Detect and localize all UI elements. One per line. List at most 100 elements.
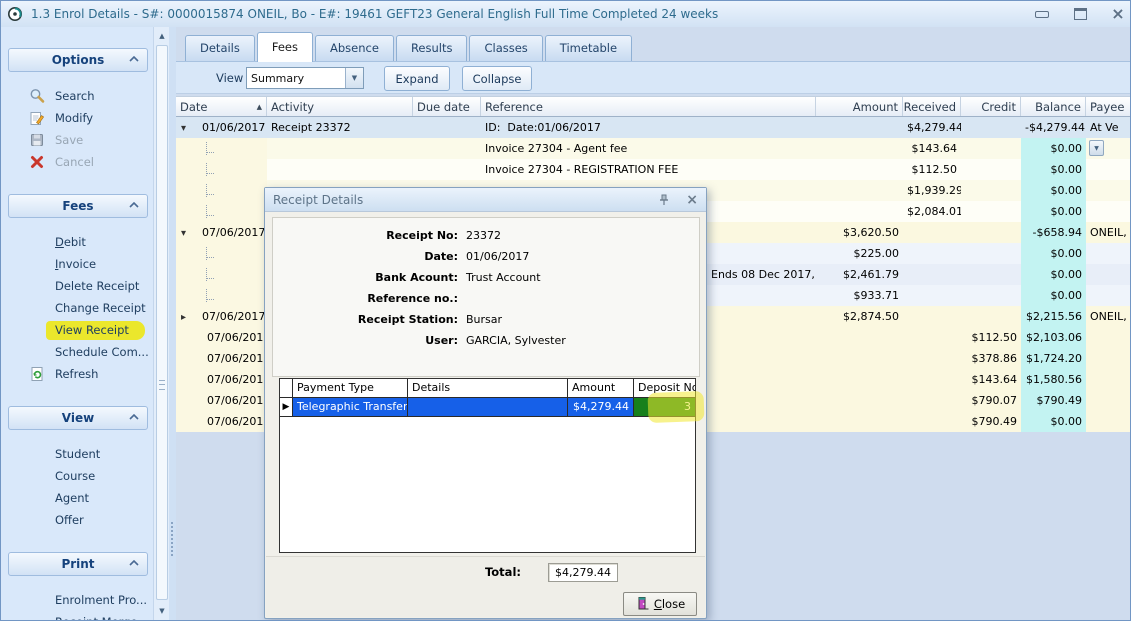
expand-button[interactable]: Expand: [384, 66, 450, 91]
column-header-payee[interactable]: Payee: [1086, 97, 1131, 116]
sidebar-group-header-view[interactable]: View: [8, 406, 148, 430]
cell-date: 07/06/2017: [176, 390, 267, 411]
sidebar-group-header-fees[interactable]: Fees: [8, 194, 148, 218]
sidebar-item-invoice[interactable]: Invoice: [1, 253, 153, 275]
date-value: 07/06/2017: [207, 373, 270, 386]
dialog-footer: Total: $4,279.44 Close: [266, 556, 705, 617]
cell-balance: $0.00: [1021, 201, 1086, 222]
tree-line: [206, 247, 207, 260]
cell-value: $143.64: [972, 373, 1018, 386]
expander-down-icon[interactable]: ▾: [181, 123, 186, 134]
cell-credit: $143.64: [961, 369, 1021, 390]
close-button[interactable]: Close: [623, 592, 697, 616]
cell-balance: $1,724.20: [1021, 348, 1086, 369]
total-label: Total:: [441, 565, 521, 579]
cell-received: $143.64: [903, 138, 961, 159]
column-header-received[interactable]: Received: [903, 97, 961, 116]
sidebar-item-view-receipt[interactable]: View Receipt: [1, 319, 153, 341]
cell-amount: [816, 159, 903, 180]
chevron-up-icon: [129, 202, 139, 208]
cell-payee: [1086, 369, 1131, 390]
column-header-balance[interactable]: Balance: [1021, 97, 1086, 116]
sidebar-item-enrolment-pro[interactable]: Enrolment Pro...: [1, 589, 153, 611]
field-label: Receipt Station:: [273, 313, 458, 326]
minimize-icon[interactable]: [1029, 5, 1055, 23]
cell-received: [903, 222, 961, 243]
cell-details: [408, 398, 568, 417]
cell-balance: $0.00: [1021, 411, 1086, 432]
cell-credit: $112.50: [961, 327, 1021, 348]
sidebar-item-refresh[interactable]: Refresh: [1, 363, 153, 385]
tab-classes[interactable]: Classes: [469, 35, 542, 61]
sidebar-splitter[interactable]: [169, 27, 176, 620]
field-value: Trust Account: [466, 271, 541, 284]
tree-line: [206, 142, 207, 155]
sidebar-item-debit[interactable]: Debit: [1, 231, 153, 253]
column-header-date[interactable]: Date▲: [176, 97, 267, 116]
table-row[interactable]: Invoice 27304 - REGISTRATION FEE$112.50$…: [176, 159, 1130, 180]
sidebar-item-agent[interactable]: Agent: [1, 487, 153, 509]
app-logo-icon: [7, 5, 25, 23]
table-row[interactable]: ▾01/06/2017Receipt 23372ID: Date:01/06/2…: [176, 117, 1130, 138]
sidebar-item-label: Agent: [55, 491, 89, 505]
row-selector-icon: ▶: [280, 398, 293, 417]
dialog-close-icon[interactable]: ×: [686, 194, 698, 206]
column-header-due_date[interactable]: Due date: [413, 97, 481, 116]
refresh-icon: [29, 366, 45, 382]
cell-value: -$4,279.44: [1025, 121, 1085, 134]
cell-credit: $790.07: [961, 390, 1021, 411]
sidebar-item-offer[interactable]: Offer: [1, 509, 153, 531]
pin-icon[interactable]: [658, 194, 670, 206]
restore-icon[interactable]: [1067, 5, 1093, 23]
tab-timetable[interactable]: Timetable: [545, 35, 632, 61]
sidebar-group-options: Options SearchModifySaveCancel: [1, 48, 153, 173]
payee-dropdown-button[interactable]: ▼: [1089, 140, 1104, 156]
column-header-amount[interactable]: Amount: [816, 97, 903, 116]
sidebar-item-modify[interactable]: Modify: [1, 107, 153, 129]
chevron-down-icon[interactable]: ▼: [345, 68, 363, 88]
scroll-up-icon[interactable]: ▲: [154, 29, 170, 43]
scroll-down-icon[interactable]: ▼: [154, 604, 170, 618]
sidebar-group-header-print[interactable]: Print: [8, 552, 148, 576]
sidebar-item-label: Refresh: [55, 367, 98, 381]
column-header-reference[interactable]: Reference: [481, 97, 816, 116]
scrollbar-thumb[interactable]: [156, 45, 168, 600]
payment-row[interactable]: ▶Telegraphic Transfer$4,279.443: [280, 398, 695, 417]
expander-down-icon[interactable]: ▾: [181, 228, 186, 239]
view-select[interactable]: Summary ▼: [246, 67, 364, 89]
cell-amount: [816, 138, 903, 159]
tab-results[interactable]: Results: [396, 35, 468, 61]
cell-amount: [816, 348, 903, 369]
cell-activity: [267, 159, 413, 180]
sidebar-group-header-options[interactable]: Options: [8, 48, 148, 72]
sidebar-item-receipt-merge[interactable]: Receipt Merge: [1, 611, 153, 620]
cell-received: $2,084.01: [903, 201, 961, 222]
cell-value: Receipt 23372: [271, 121, 351, 134]
cell-value: $112.50: [912, 163, 958, 176]
sidebar-item-cancel[interactable]: Cancel: [1, 151, 153, 173]
sidebar-scrollbar[interactable]: ▲ ▼: [153, 27, 170, 620]
column-header-credit[interactable]: Credit: [961, 97, 1021, 116]
sidebar-item-delete-receipt[interactable]: Delete Receipt: [1, 275, 153, 297]
cell-value: $3,620.50: [843, 226, 899, 239]
expander-right-icon[interactable]: ▸: [181, 312, 186, 323]
sidebar-item-change-receipt[interactable]: Change Receipt: [1, 297, 153, 319]
close-icon[interactable]: ×: [1105, 5, 1131, 23]
column-label: Reference: [485, 100, 543, 114]
sidebar-item-search[interactable]: Search: [1, 85, 153, 107]
sort-asc-icon: ▲: [257, 103, 262, 111]
sidebar-item-course[interactable]: Course: [1, 465, 153, 487]
column-header-activity[interactable]: Activity: [267, 97, 413, 116]
sidebar-group-title: Fees: [62, 199, 93, 213]
collapse-button[interactable]: Collapse: [462, 66, 532, 91]
tab-fees[interactable]: Fees: [257, 32, 313, 62]
table-row[interactable]: Invoice 27304 - Agent fee$143.64$0.00: [176, 138, 1130, 159]
total-value: $4,279.44: [548, 563, 618, 582]
sidebar-item-student[interactable]: Student: [1, 443, 153, 465]
tab-details[interactable]: Details: [185, 35, 255, 61]
cell-payee: [1086, 327, 1131, 348]
tab-absence[interactable]: Absence: [315, 35, 394, 61]
sidebar-item-schedule-com[interactable]: Schedule Com...: [1, 341, 153, 363]
sidebar-item-save[interactable]: Save: [1, 129, 153, 151]
cell-value: $143.64: [912, 142, 958, 155]
